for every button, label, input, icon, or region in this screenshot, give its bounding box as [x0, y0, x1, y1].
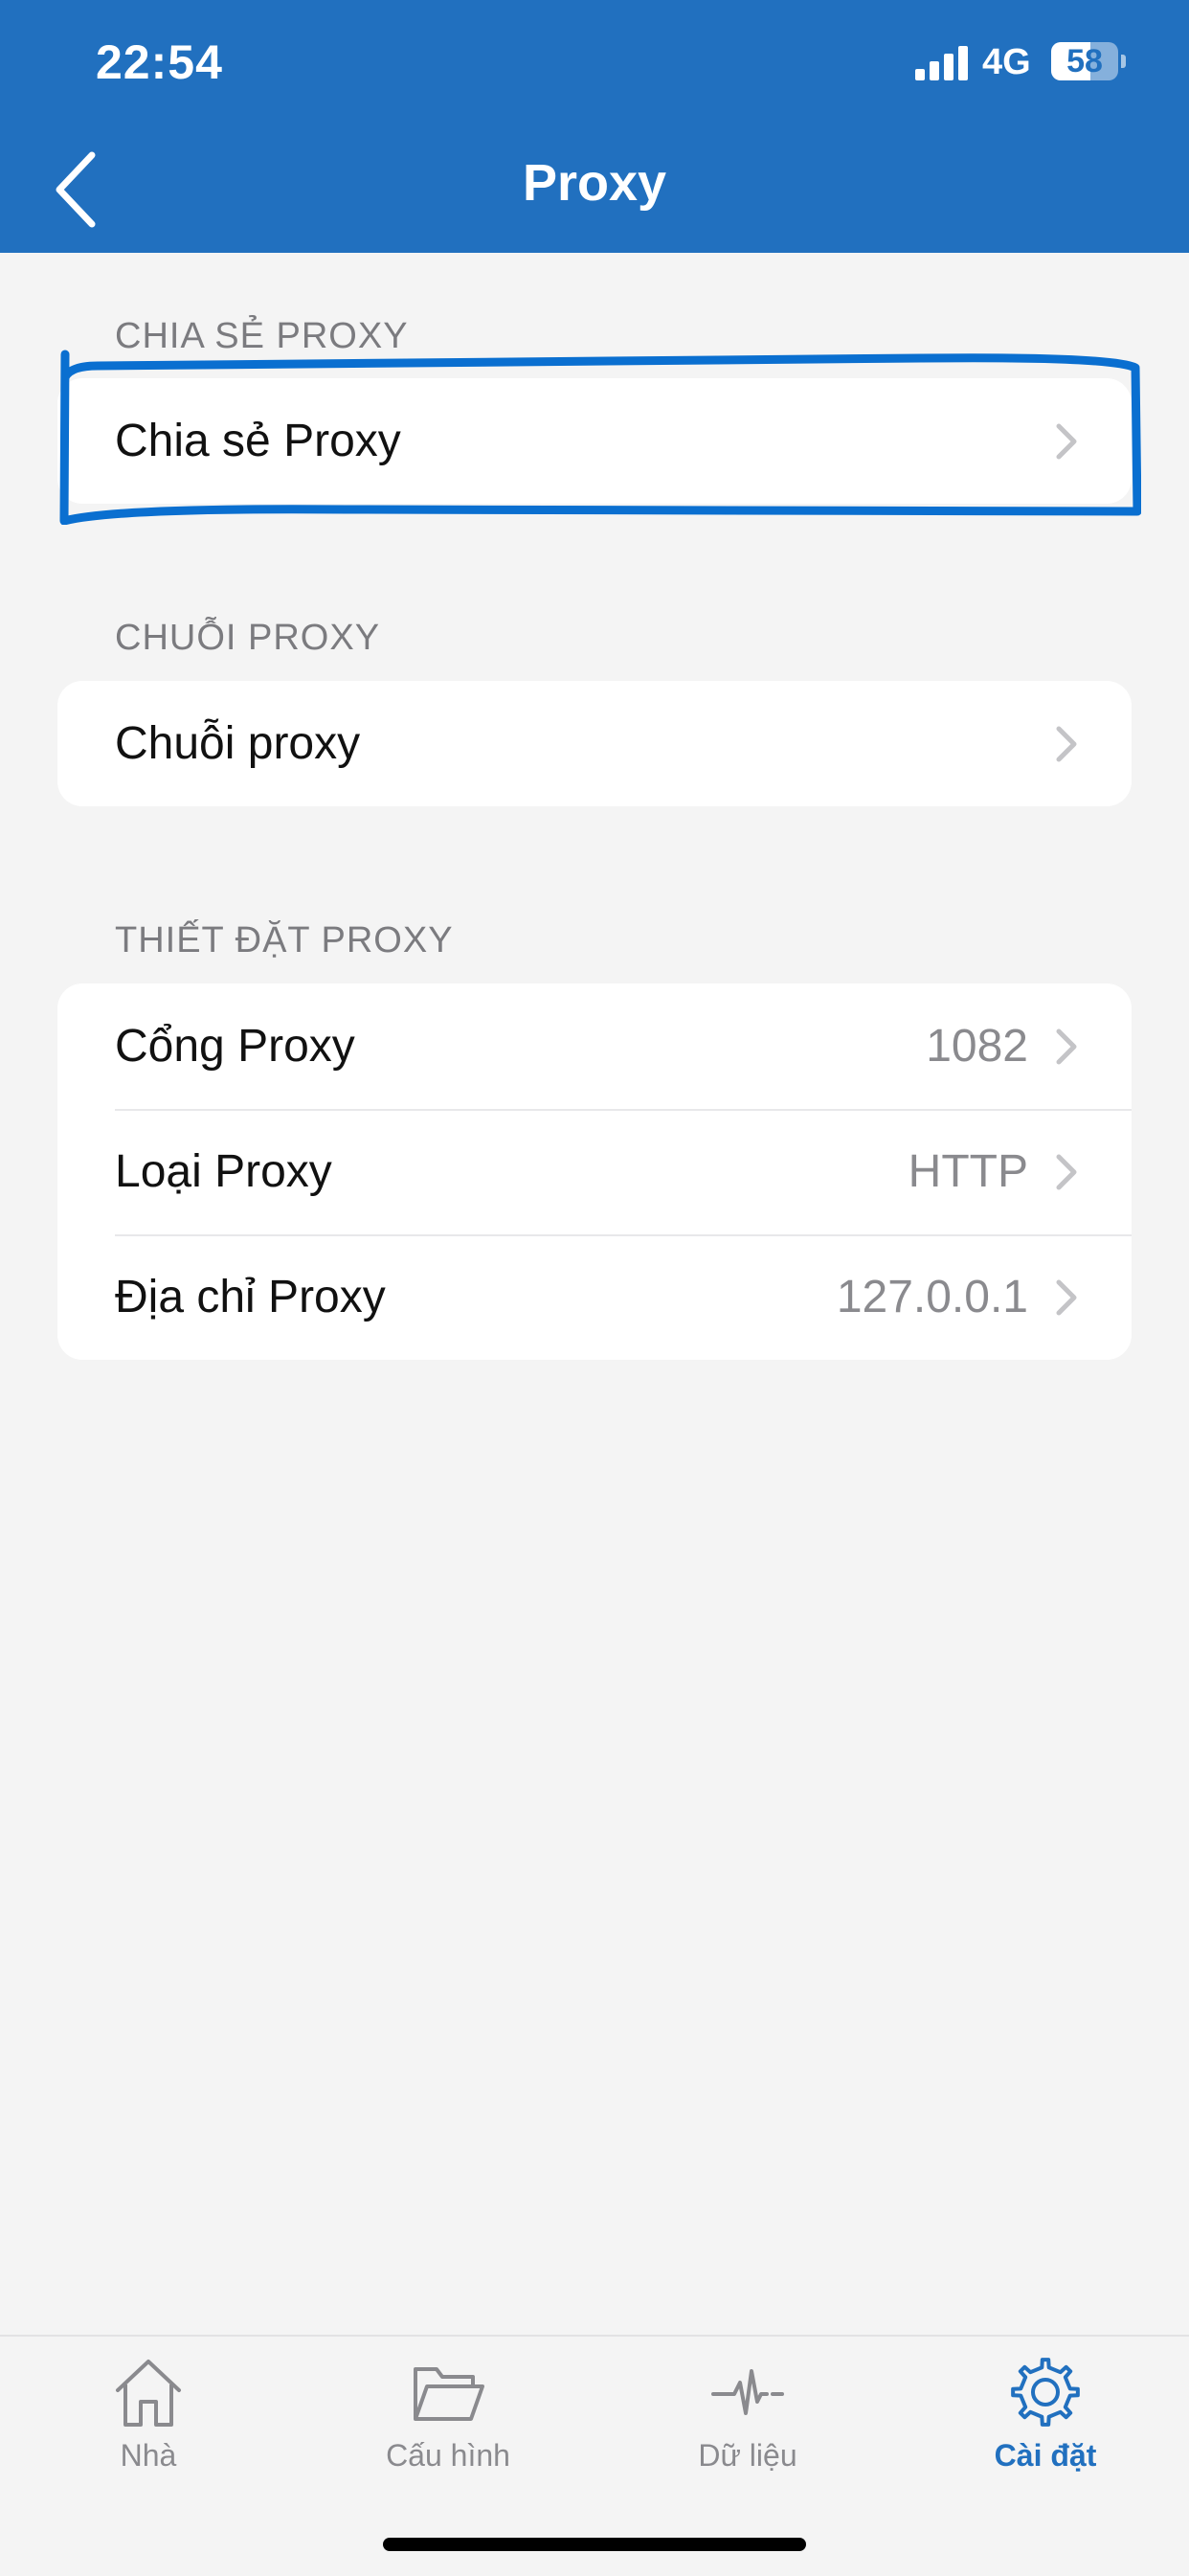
row-value: 127.0.0.1 [836, 1272, 1028, 1322]
share-proxy-card: Chia sẻ Proxy [57, 378, 1132, 504]
network-type: 4G [982, 42, 1031, 82]
battery-level: 58 [1066, 43, 1103, 79]
row-proxy-address[interactable]: Địa chỉ Proxy 127.0.0.1 [57, 1234, 1132, 1360]
row-label: Địa chỉ Proxy [115, 1272, 386, 1322]
row-share-proxy[interactable]: Chia sẻ Proxy [57, 378, 1132, 504]
gear-outline [1011, 2358, 1080, 2427]
chevron-right-icon [1056, 1279, 1077, 1316]
tab-label: Nhà [120, 2438, 177, 2473]
page-title: Proxy [522, 154, 667, 212]
chevron-right-icon [1056, 726, 1077, 762]
gear-icon [1011, 2358, 1080, 2427]
tab-settings[interactable]: Cài đặt [940, 2354, 1151, 2488]
row-value: 1082 [926, 1021, 1028, 1072]
tab-config[interactable]: Cấu hình [343, 2354, 553, 2488]
section-header-chain: CHUỖI PROXY [115, 618, 381, 658]
chevron-right-icon [1056, 423, 1077, 460]
row-proxy-type[interactable]: Loại Proxy HTTP [57, 1109, 1132, 1234]
nav-header: 22:54 4G 58 Proxy [0, 0, 1189, 253]
row-label: Cổng Proxy [115, 1021, 355, 1072]
battery-icon: 58 [1051, 42, 1128, 82]
section-header-settings: THIẾT ĐẶT PROXY [115, 920, 454, 960]
section-header-share: CHIA SẺ PROXY [115, 316, 409, 356]
tab-label: Cài đặt [994, 2438, 1097, 2473]
tab-home[interactable]: Nhà [43, 2354, 254, 2488]
status-time: 22:54 [96, 35, 223, 89]
proxy-settings-card: Cổng Proxy 1082 Loại Proxy HTTP Địa chỉ … [57, 983, 1132, 1360]
chevron-right-icon [1056, 1028, 1077, 1065]
signal-strength-icon [915, 46, 968, 80]
chevron-right-icon [1056, 1154, 1077, 1190]
pulse-icon [711, 2369, 784, 2415]
tab-data[interactable]: Dữ liệu [642, 2354, 853, 2488]
row-label: Chuỗi proxy [115, 718, 361, 769]
folder-icon [414, 2367, 484, 2421]
row-proxy-port[interactable]: Cổng Proxy 1082 [57, 983, 1132, 1109]
row-value: HTTP [908, 1146, 1028, 1197]
row-label: Loại Proxy [115, 1146, 332, 1197]
home-icon [116, 2360, 181, 2427]
home-indicator [383, 2538, 806, 2551]
tab-label: Cấu hình [386, 2438, 510, 2473]
proxy-chain-card: Chuỗi proxy [57, 681, 1132, 806]
tab-label: Dữ liệu [698, 2438, 797, 2473]
row-proxy-chain[interactable]: Chuỗi proxy [57, 681, 1132, 806]
row-label: Chia sẻ Proxy [115, 416, 401, 466]
